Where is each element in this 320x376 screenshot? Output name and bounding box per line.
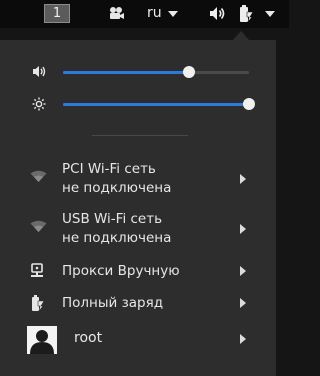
avatar-icon <box>27 326 57 354</box>
chevron-down-icon[interactable] <box>168 11 178 17</box>
menu-separator <box>92 135 188 136</box>
menu-item-proxy[interactable]: Прокси Вручную <box>0 262 276 282</box>
workspace-indicator[interactable]: 1 <box>44 4 70 23</box>
wifi-title: USB Wi-Fi сеть <box>62 211 163 227</box>
wifi-icon <box>30 220 47 232</box>
menu-item-label: USB Wi-Fi сеть не подключена <box>62 210 171 248</box>
battery-icon[interactable] <box>238 4 254 23</box>
menu-item-pci-wifi[interactable]: PCI Wi-Fi сеть не подключена <box>0 160 276 198</box>
chevron-down-icon[interactable] <box>265 11 275 17</box>
menu-item-usb-wifi[interactable]: USB Wi-Fi сеть не подключена <box>0 210 276 248</box>
volume-slider-fill <box>63 71 190 74</box>
chevron-right-icon <box>240 224 246 234</box>
wifi-status: не подключена <box>62 180 172 196</box>
brightness-icon <box>32 97 46 111</box>
volume-slider-row <box>0 60 276 84</box>
camera-icon[interactable] <box>109 7 125 20</box>
volume-icon <box>33 66 46 77</box>
brightness-slider-row <box>0 92 276 116</box>
volume-icon[interactable] <box>209 6 226 21</box>
wifi-icon <box>30 170 47 182</box>
chevron-right-icon <box>240 298 246 308</box>
menu-item-label: Полный заряд <box>62 295 164 311</box>
chevron-right-icon <box>240 174 246 184</box>
chevron-right-icon <box>240 334 246 344</box>
proxy-icon <box>31 263 43 277</box>
brightness-slider-fill <box>63 103 249 106</box>
wifi-status: не подключена <box>62 230 172 246</box>
top-panel: 1 ru <box>0 0 289 28</box>
user-name: root <box>74 330 103 346</box>
menu-item-label: Прокси Вручную <box>62 263 180 279</box>
brightness-slider[interactable] <box>63 98 255 110</box>
volume-slider[interactable] <box>63 66 249 78</box>
keyboard-layout-label[interactable]: ru <box>147 5 162 21</box>
chevron-right-icon <box>240 266 246 276</box>
volume-slider-handle[interactable] <box>183 66 196 78</box>
brightness-slider-handle[interactable] <box>243 98 255 110</box>
battery-icon <box>32 295 45 312</box>
wifi-title: PCI Wi-Fi сеть <box>62 161 156 177</box>
menu-item-battery[interactable]: Полный заряд <box>0 294 276 314</box>
menu-item-label: PCI Wi-Fi сеть не подключена <box>62 160 171 198</box>
